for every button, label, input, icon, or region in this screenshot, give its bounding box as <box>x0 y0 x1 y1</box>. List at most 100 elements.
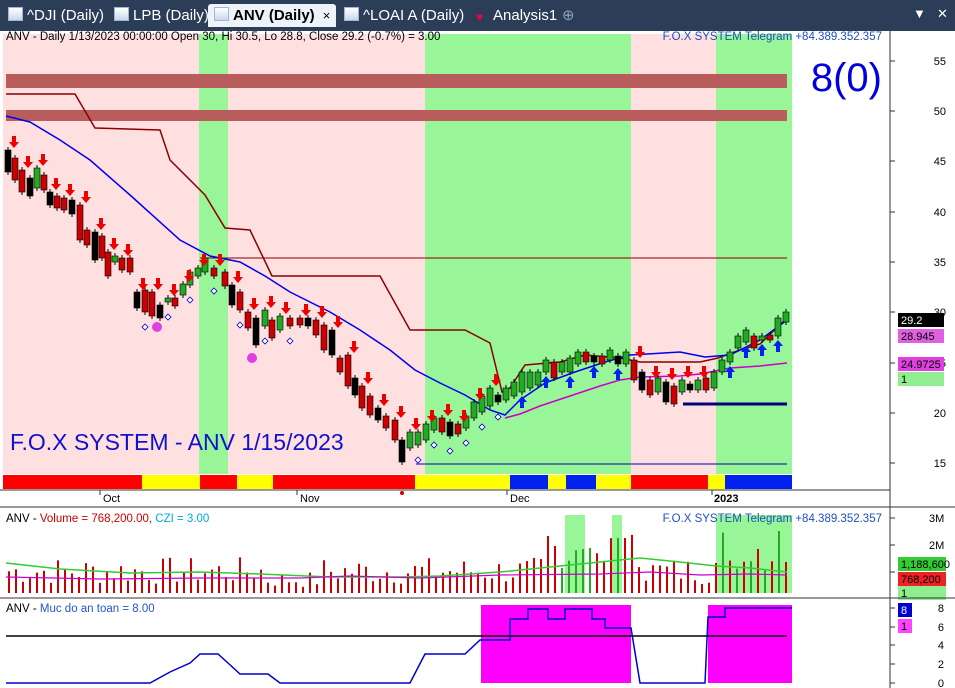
candle <box>694 379 702 391</box>
value-badge-text: 29.2 <box>901 315 922 327</box>
candle <box>550 361 558 379</box>
chart-icon <box>214 7 229 21</box>
volume-panel[interactable]: ANV - Volume = 768,200.00, CZI = 3.00 F.… <box>5 507 950 600</box>
value-badge-text: 1,188,600 <box>901 559 950 571</box>
candle <box>566 357 574 373</box>
status-segment <box>3 475 142 489</box>
y-tick-label: 4 <box>938 640 944 652</box>
status-segment <box>708 475 725 489</box>
candle <box>510 381 518 397</box>
tab-dji[interactable]: ^DJI (Daily) <box>2 4 104 27</box>
tab-lpb[interactable]: LPB (Daily) <box>108 4 209 27</box>
candle <box>194 267 202 277</box>
volume-bar <box>736 568 738 593</box>
volume-bar <box>337 578 339 593</box>
safety-line <box>6 607 792 684</box>
candle <box>382 415 390 429</box>
status-segment <box>548 475 566 489</box>
volume-bar <box>498 564 500 593</box>
volume-bar <box>533 557 535 593</box>
tab-anv[interactable]: ANV (Daily) × <box>208 4 336 27</box>
volume-bar <box>288 582 290 593</box>
candle <box>558 361 566 373</box>
volume-bar <box>631 534 633 593</box>
volume-bar <box>365 566 367 593</box>
marker-dot <box>400 491 404 495</box>
volume-bar <box>778 531 780 593</box>
resistance-band <box>6 74 787 88</box>
volume-ma-green <box>5 557 788 578</box>
volume-bar <box>64 568 66 593</box>
safety-badges: 81 <box>898 603 912 633</box>
volume-bar <box>176 581 178 593</box>
candle <box>148 291 156 317</box>
volume-bar <box>22 581 24 593</box>
tab-analysis1[interactable]: ♥ Analysis1 <box>470 4 557 27</box>
volume-bar <box>526 560 528 593</box>
volume-bar <box>757 548 759 593</box>
add-tab-icon[interactable]: ⊕ <box>562 4 575 27</box>
chart-icon <box>344 7 359 21</box>
tab-loai-a[interactable]: ^LOAI A (Daily) <box>338 4 464 27</box>
y-tick-label: 40 <box>934 207 946 219</box>
close-window-icon[interactable]: ✕ <box>937 6 948 22</box>
volume-bar <box>463 561 465 593</box>
safety-header: ANV - Muc do an toan = 8.00 <box>6 603 155 615</box>
volume-bar <box>680 578 682 593</box>
candle <box>422 423 430 441</box>
volume-bar <box>400 583 402 593</box>
candle <box>590 355 598 363</box>
volume-bar <box>575 550 577 593</box>
candle <box>734 335 742 349</box>
candle <box>502 387 510 401</box>
safety-panel[interactable]: ANV - Muc do an toan = 8.00 86420 81 <box>6 598 944 688</box>
analysis-icon: ♥ <box>476 10 484 24</box>
candle <box>391 419 399 441</box>
status-segment <box>566 475 596 489</box>
candle <box>606 349 614 361</box>
candle <box>104 251 112 277</box>
candle <box>726 351 734 363</box>
candle <box>534 371 542 386</box>
candle <box>344 354 352 387</box>
close-tab-icon[interactable]: × <box>323 8 331 23</box>
volume-bar <box>694 580 696 593</box>
value-badge-text: 28.945 <box>901 331 935 343</box>
status-strip <box>3 475 792 489</box>
status-segment <box>631 475 708 489</box>
y-tick-label: 8 <box>938 603 944 615</box>
volume-bar <box>540 559 542 593</box>
volume-bar <box>148 580 150 593</box>
candle <box>758 335 766 341</box>
candle <box>486 387 494 407</box>
chart-area[interactable]: ANV - Daily 1/13/2023 00:00:00 Open 30, … <box>0 31 955 688</box>
volume-bar <box>85 563 87 593</box>
candle <box>678 379 686 393</box>
dropdown-icon[interactable]: ▼ <box>913 6 926 21</box>
candle <box>68 199 76 215</box>
price-panel[interactable]: ANV - Daily 1/13/2023 00:00:00 Open 30, … <box>0 31 955 507</box>
volume-bar <box>743 561 745 593</box>
candle <box>296 317 304 326</box>
volume-bar <box>610 538 612 593</box>
candle <box>83 229 91 246</box>
candle <box>60 197 68 211</box>
volume-bar <box>603 560 605 593</box>
volume-badges: 1,188,600768,2001 <box>898 557 950 600</box>
volume-bar <box>652 565 654 593</box>
signal-dot <box>152 322 162 332</box>
volume-bar <box>43 570 45 593</box>
candle <box>304 317 312 327</box>
bull-zone <box>716 34 792 474</box>
candle <box>542 359 550 373</box>
volume-bar <box>295 582 297 593</box>
volume-bar <box>57 560 59 593</box>
y-tick-label: 55 <box>934 56 946 68</box>
volume-bar <box>274 585 276 593</box>
volume-bar <box>344 568 346 593</box>
bear-zone <box>228 34 425 474</box>
candle <box>718 359 726 373</box>
candle <box>646 379 654 396</box>
volume-bar <box>421 566 423 593</box>
y-tick-label: 45 <box>934 156 946 168</box>
